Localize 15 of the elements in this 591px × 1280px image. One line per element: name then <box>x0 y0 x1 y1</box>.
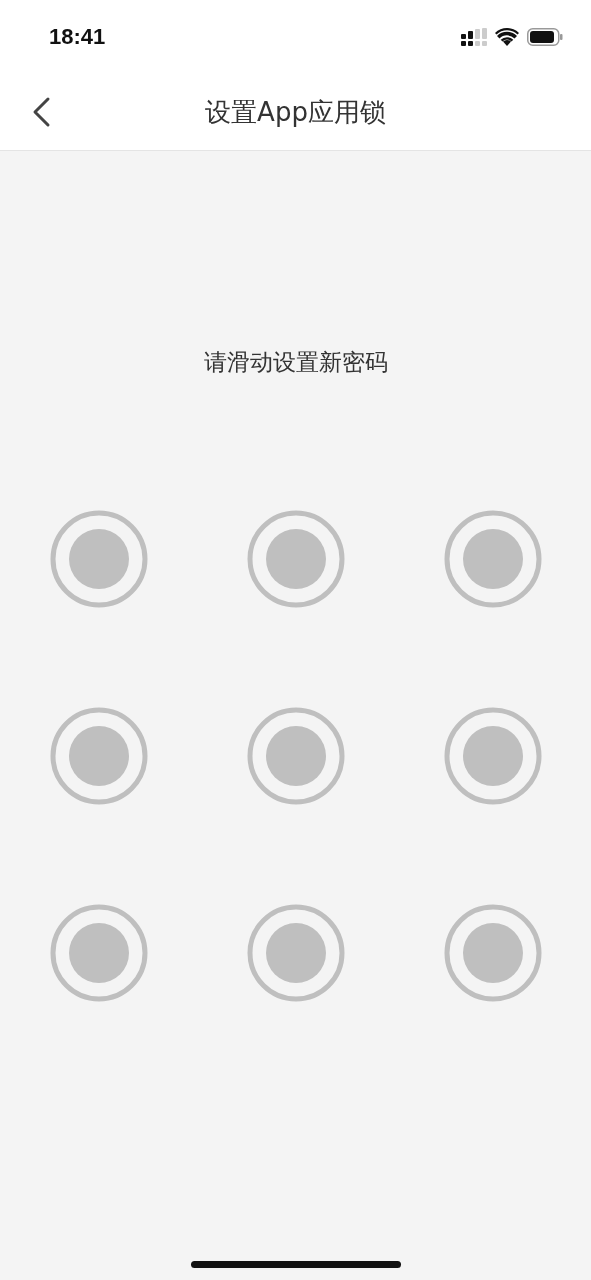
pattern-dot[interactable] <box>49 707 148 805</box>
pattern-dot[interactable] <box>49 510 148 608</box>
battery-icon <box>527 27 563 46</box>
pattern-dot[interactable] <box>443 707 542 805</box>
instruction-text: 请滑动设置新密码 <box>203 348 388 377</box>
pattern-dot[interactable] <box>443 510 542 608</box>
page-title: 设置App应用锁 <box>205 96 386 129</box>
wifi-icon <box>495 27 519 46</box>
signal-icon <box>461 27 487 46</box>
pattern-dot[interactable] <box>246 707 345 805</box>
pattern-dot[interactable] <box>246 510 345 608</box>
pattern-dot[interactable] <box>49 904 148 1002</box>
pattern-dot[interactable] <box>443 904 542 1002</box>
pattern-dot[interactable] <box>246 904 345 1002</box>
status-time: 18:41 <box>49 23 106 50</box>
